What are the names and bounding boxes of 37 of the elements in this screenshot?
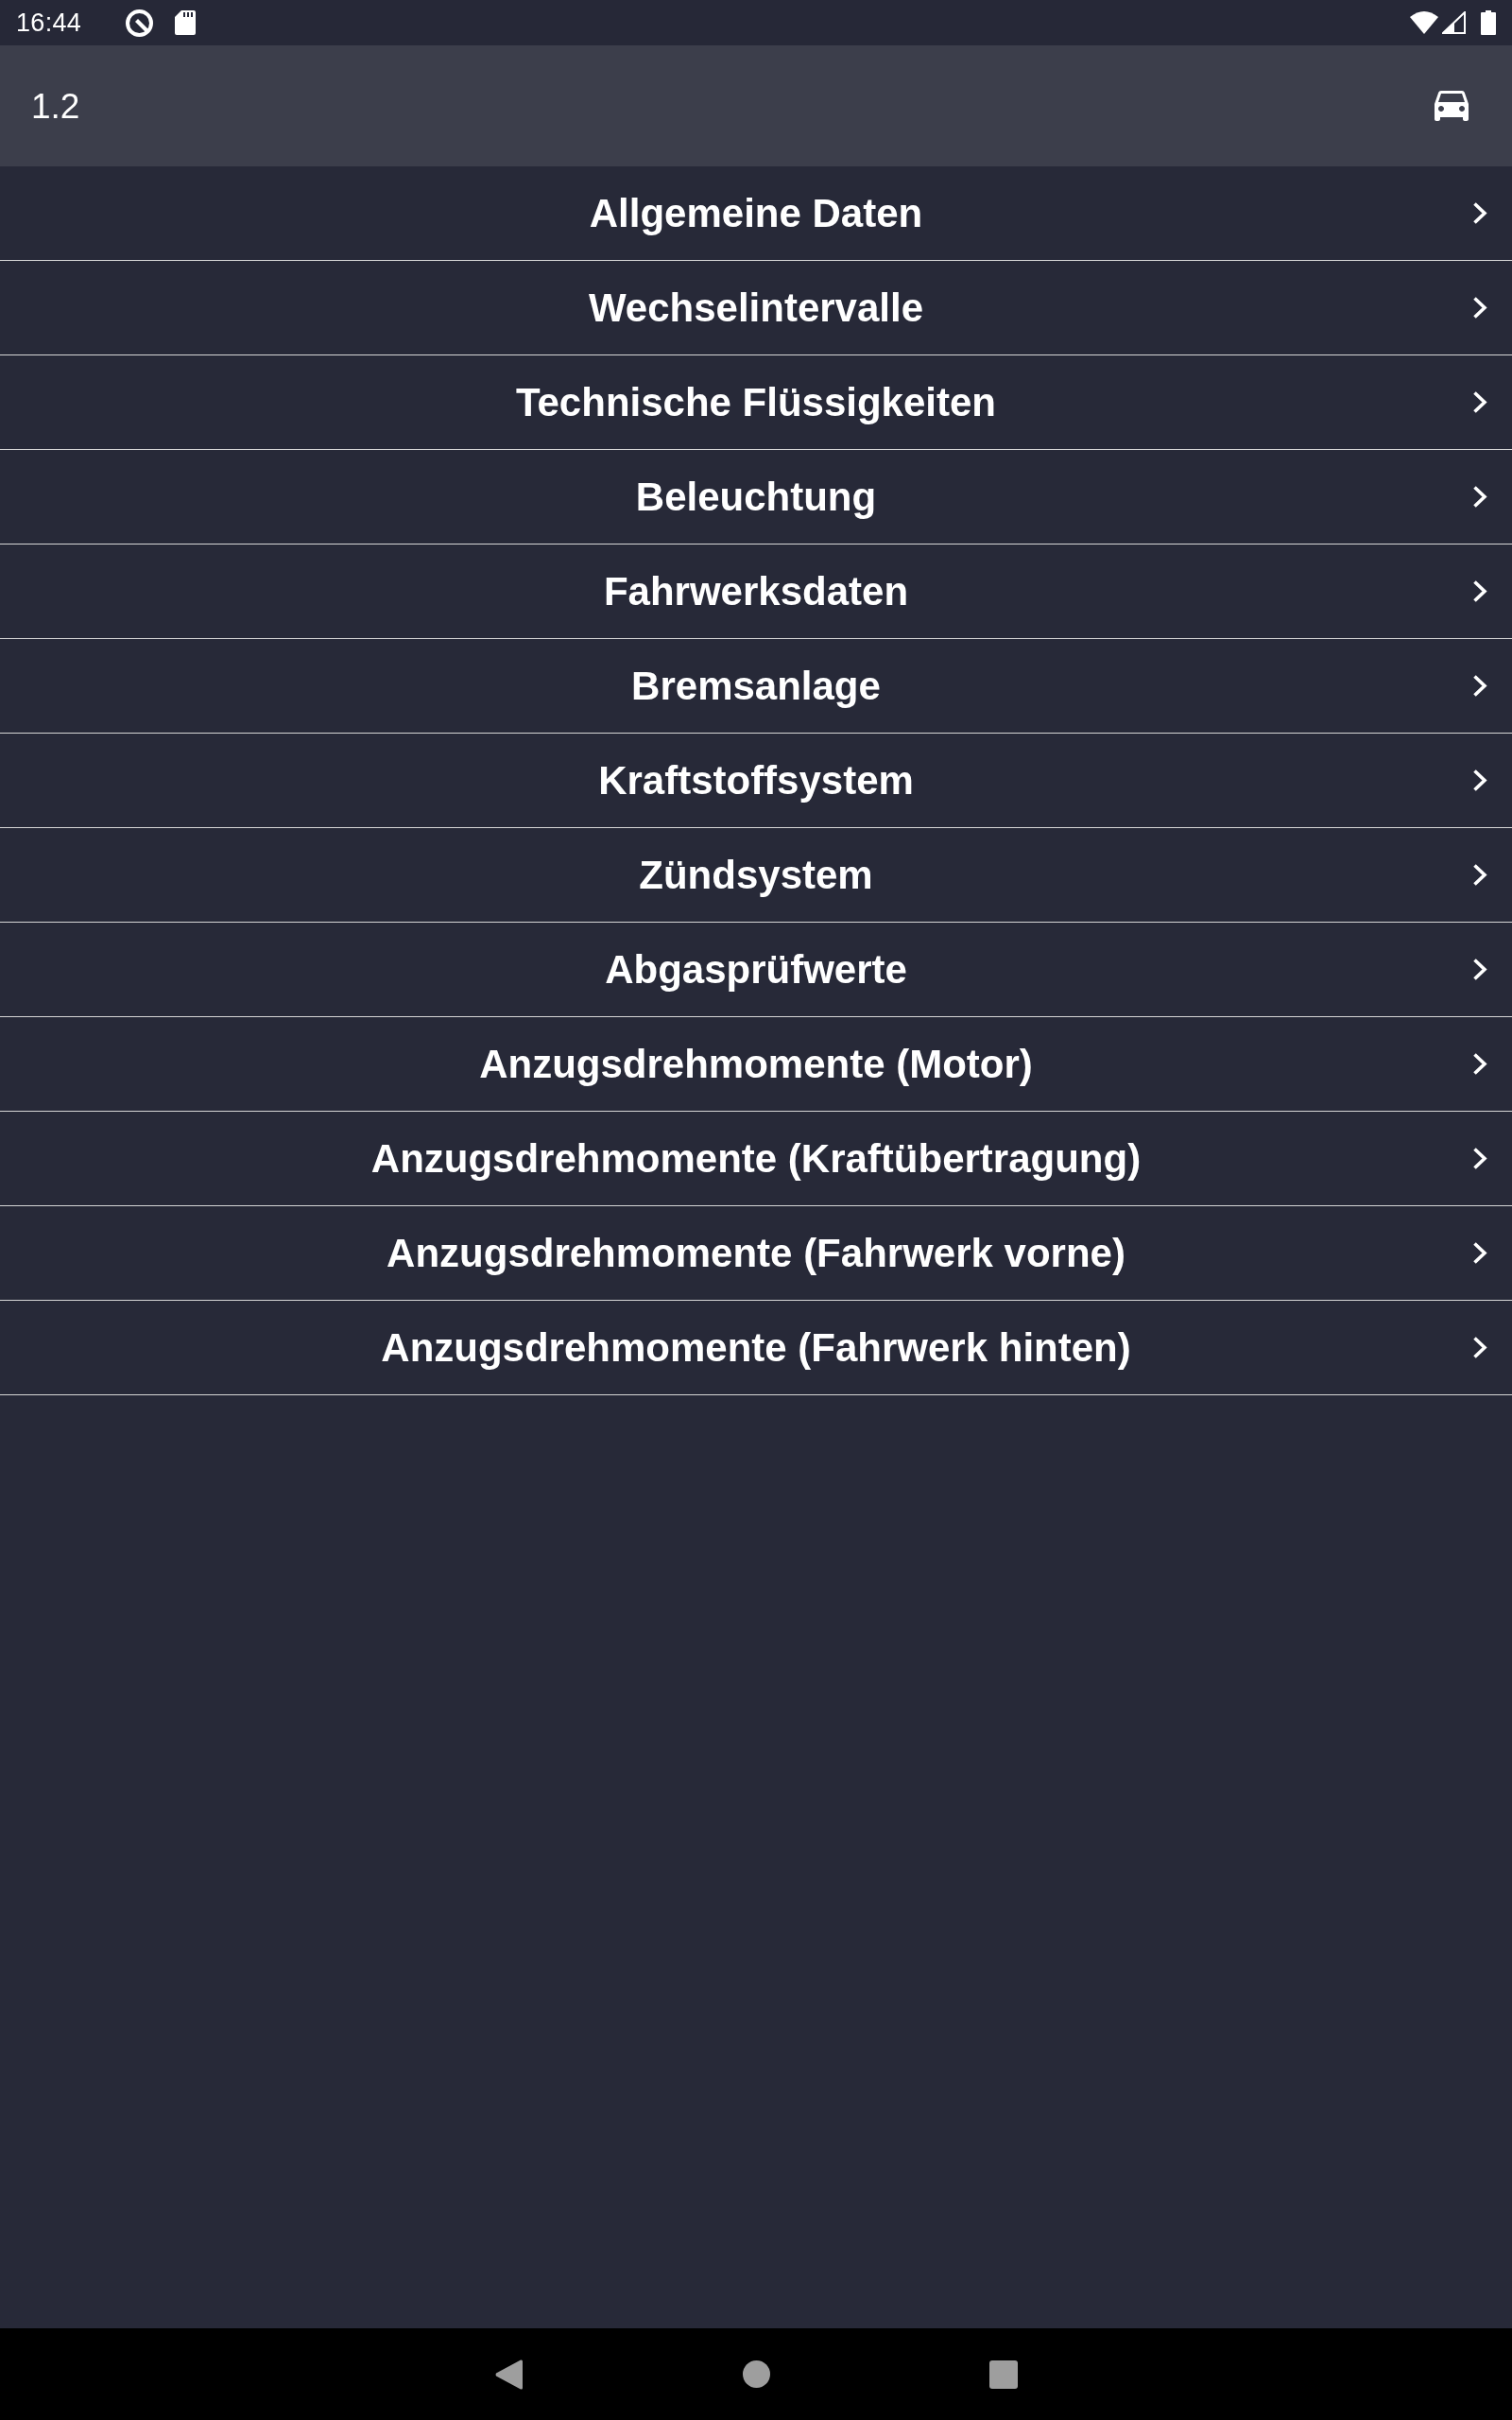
home-icon[interactable] [742,2360,770,2388]
battery-icon [1481,10,1496,35]
status-time: 16:44 [16,9,82,36]
menu-item[interactable]: Kraftstoffsystem [0,734,1512,828]
recents-icon[interactable] [989,2360,1018,2389]
chevron-right-icon [1472,958,1487,981]
menu-item[interactable]: Zündsystem [0,828,1512,923]
chevron-right-icon [1472,1147,1487,1170]
signal-icon [1442,11,1466,34]
chevron-right-icon [1472,769,1487,792]
chevron-right-icon [1472,674,1487,698]
chevron-right-icon [1472,296,1487,320]
chevron-right-icon [1472,1241,1487,1265]
chevron-right-icon [1472,1052,1487,1076]
chevron-right-icon [1472,485,1487,509]
wifi-icon [1410,11,1438,34]
menu-item[interactable]: Anzugsdrehmomente (Fahrwerk vorne) [0,1206,1512,1301]
back-icon[interactable] [494,2359,523,2390]
chevron-right-icon [1472,1336,1487,1359]
sd-card-icon [175,10,197,35]
menu-item[interactable]: Fahrwerksdaten [0,544,1512,639]
menu-item[interactable]: Anzugsdrehmomente (Kraftübertragung) [0,1112,1512,1206]
menu-item[interactable]: Anzugsdrehmomente (Motor) [0,1017,1512,1112]
app-bar-title: 1.2 [31,88,80,124]
chevron-right-icon [1472,579,1487,603]
chevron-right-icon [1472,201,1487,225]
menu-item[interactable]: Wechselintervalle [0,261,1512,355]
chevron-right-icon [1472,390,1487,414]
chevron-right-icon [1472,863,1487,887]
menu-item[interactable]: Allgemeine Daten [0,166,1512,261]
menu-item[interactable]: Beleuchtung [0,450,1512,544]
car-icon[interactable] [1435,91,1469,121]
menu-item[interactable]: Anzugsdrehmomente (Fahrwerk hinten) [0,1301,1512,1395]
menu-item[interactable]: Abgasprüfwerte [0,923,1512,1017]
menu-item[interactable]: Bremsanlage [0,639,1512,734]
ring-icon [125,8,155,38]
menu-item[interactable]: Technische Flüssigkeiten [0,355,1512,450]
